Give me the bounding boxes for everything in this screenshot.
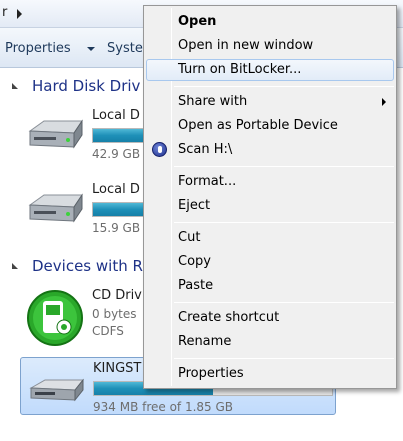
menu-item-label: Share with — [178, 94, 248, 109]
menu-separator — [174, 86, 394, 87]
group-label: Hard Disk Driv — [32, 77, 141, 95]
menu-separator — [174, 302, 394, 303]
removable-drive-icon — [29, 378, 85, 402]
context-menu: Open Open in new window Turn on BitLocke… — [143, 5, 397, 389]
drive-size: 42.9 GB — [92, 147, 141, 161]
collapse-arrow-icon[interactable] — [12, 83, 18, 89]
menu-item-label: Paste — [178, 278, 214, 293]
drive-size: 15.9 GB — [92, 221, 141, 235]
drive-name: Local D — [92, 182, 140, 197]
menu-item-label: Rename — [178, 334, 232, 349]
menu-item-label: Properties — [178, 366, 244, 381]
properties-button[interactable]: Properties — [5, 41, 71, 56]
hard-drive-icon — [28, 193, 83, 223]
menu-item-rename[interactable]: Rename — [146, 331, 394, 353]
system-properties-button[interactable]: Syste — [107, 41, 143, 56]
menu-item-eject[interactable]: Eject — [146, 195, 394, 217]
menu-item-create-shortcut[interactable]: Create shortcut — [146, 307, 394, 329]
hard-drive-icon — [28, 119, 83, 149]
drive-size: 0 bytes — [92, 307, 137, 321]
drive-size: 934 MB free of 1.85 GB — [93, 400, 234, 414]
menu-item-label: Format... — [178, 174, 237, 189]
chevron-down-icon[interactable] — [87, 47, 95, 51]
address-text: r — [2, 5, 8, 20]
menu-item-open-new-window[interactable]: Open in new window — [146, 35, 394, 57]
menu-item-scan[interactable]: Scan H:\ — [146, 139, 394, 161]
menu-item-share-with[interactable]: Share with — [146, 91, 394, 113]
breadcrumb-arrow-icon[interactable] — [17, 9, 22, 19]
collapse-arrow-icon[interactable] — [12, 263, 18, 269]
menu-item-paste[interactable]: Paste — [146, 275, 394, 297]
device-icon — [27, 290, 83, 346]
menu-item-open[interactable]: Open — [146, 11, 394, 33]
group-label: Devices with R — [32, 257, 143, 275]
menu-item-label: Open in new window — [178, 38, 314, 53]
menu-item-label: Copy — [178, 254, 211, 269]
menu-item-bitlocker[interactable]: Turn on BitLocker... — [146, 59, 394, 81]
submenu-arrow-icon — [382, 98, 386, 106]
antivirus-scan-icon — [152, 142, 167, 157]
drive-filesystem: CDFS — [92, 324, 124, 338]
menu-item-cut[interactable]: Cut — [146, 227, 394, 249]
menu-item-label: Scan H:\ — [178, 142, 233, 157]
menu-item-label: Turn on BitLocker... — [178, 62, 302, 77]
menu-item-properties[interactable]: Properties — [146, 363, 394, 385]
menu-item-label: Cut — [178, 230, 201, 245]
menu-item-open-portable[interactable]: Open as Portable Device — [146, 115, 394, 137]
menu-item-label: Open as Portable Device — [178, 118, 338, 133]
drive-name: KINGST — [93, 361, 142, 376]
menu-item-label: Eject — [178, 198, 211, 213]
menu-item-copy[interactable]: Copy — [146, 251, 394, 273]
menu-separator — [174, 358, 394, 359]
menu-item-label: Open — [178, 14, 217, 29]
menu-item-format[interactable]: Format... — [146, 171, 394, 193]
menu-item-label: Create shortcut — [178, 310, 280, 325]
drive-name: Local D — [92, 108, 140, 123]
drive-name: CD Driv — [92, 288, 142, 303]
menu-separator — [174, 222, 394, 223]
menu-separator — [174, 166, 394, 167]
